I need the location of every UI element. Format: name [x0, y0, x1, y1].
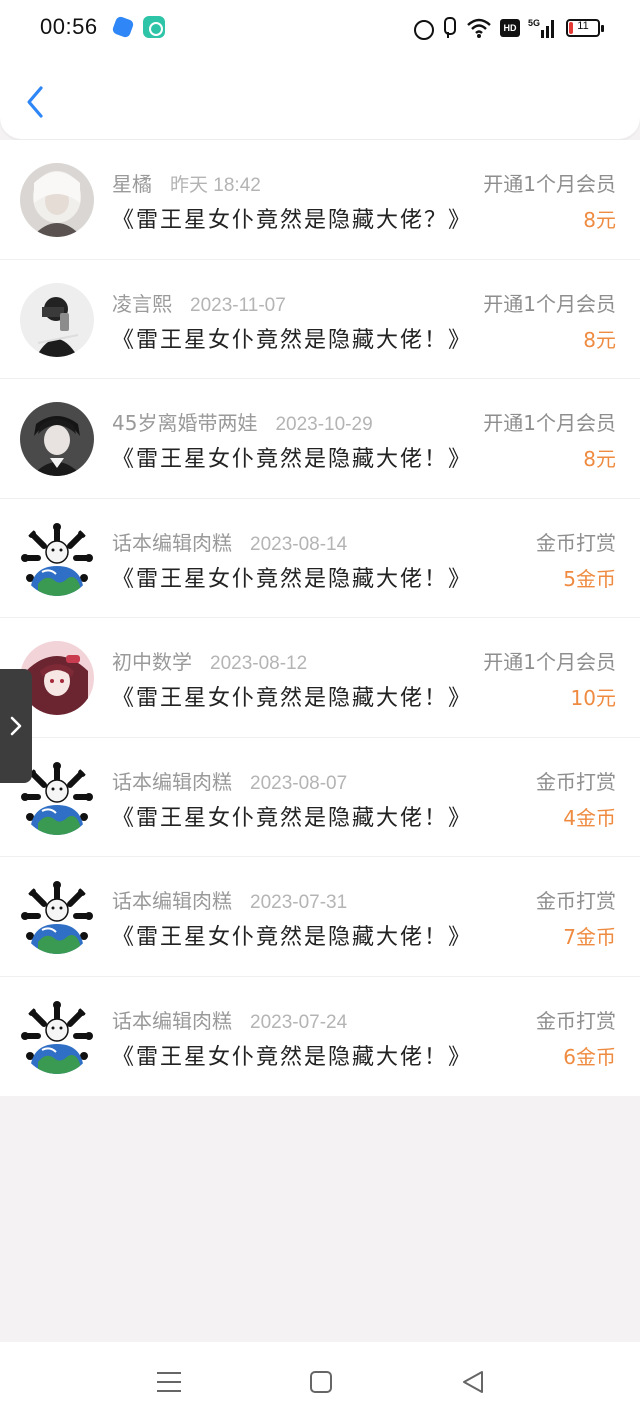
reward-date: 2023-10-29 — [275, 414, 373, 435]
book-title: 《雷王星女仆竟然是隐藏大佬！》 — [112, 805, 473, 831]
user-name: 话本编辑肉糕 — [112, 530, 232, 555]
book-title: 《雷王星女仆竟然是隐藏大佬！》 — [112, 566, 473, 592]
mic-icon — [440, 16, 456, 40]
header — [0, 58, 640, 140]
reward-action: 开通1个月会员 — [483, 411, 616, 435]
chevron-left-icon — [27, 86, 43, 118]
reward-meta: 话本编辑肉糕 2023-08-14 — [112, 527, 347, 556]
back-triangle-icon — [463, 1371, 483, 1393]
side-expand-tab[interactable] — [0, 669, 32, 783]
user-name: 话本编辑肉糕 — [112, 769, 232, 794]
reward-action: 金币打赏 — [536, 769, 616, 794]
list-item[interactable]: 初中数学 2023-08-12 《雷王星女仆竟然是隐藏大佬！》 开通1个月会员 1… — [0, 618, 640, 738]
book-title: 《雷王星女仆竟然是隐藏大佬！》 — [112, 925, 473, 950]
alarm-icon — [412, 16, 434, 40]
avatar[interactable] — [20, 999, 94, 1074]
user-name: 话本编辑肉糕 — [112, 1008, 232, 1033]
battery-text: 11 — [577, 20, 589, 32]
reward-date: 2023-11-07 — [190, 294, 286, 316]
battery-icon: 11 — [566, 19, 604, 37]
avatar[interactable] — [20, 402, 94, 476]
reward-amount: 6金币 — [563, 1044, 616, 1069]
reward-meta: 话本编辑肉糕 2023-08-07 — [112, 766, 347, 795]
reward-action: 金币打赏 — [536, 889, 616, 913]
reward-action: 金币打赏 — [536, 1008, 616, 1033]
list-item[interactable]: 凌言熙 2023-11-07 《雷王星女仆竟然是隐藏大佬！》 开通1个月会员 8元 — [0, 260, 640, 379]
book-title: 《雷王星女仆竟然是隐藏大佬？》 — [112, 208, 473, 233]
avatar[interactable] — [20, 163, 94, 237]
status-bar: 00:56 HD 5G 11 — [0, 0, 640, 58]
reward-action: 金币打赏 — [536, 530, 616, 555]
app-notification-icon — [111, 15, 135, 39]
list-item[interactable]: 话本编辑肉糕 2023-08-14 《雷王星女仆竟然是隐藏大佬！》 金币打赏 5金… — [0, 499, 640, 618]
reward-amount: 8元 — [583, 327, 616, 352]
reward-date: 2023-08-12 — [210, 653, 308, 674]
avatar[interactable] — [20, 282, 94, 357]
reward-list: 星橘 昨天 18:42 《雷王星女仆竟然是隐藏大佬？》 开通1个月会员 8元 凌言… — [0, 140, 640, 1096]
reward-action: 开通1个月会员 — [483, 172, 616, 196]
list-item[interactable]: 话本编辑肉糕 2023-08-07 《雷王星女仆竟然是隐藏大佬！》 金币打赏 4金… — [0, 738, 640, 857]
avatar[interactable] — [20, 521, 94, 596]
list-item[interactable]: 星橘 昨天 18:42 《雷王星女仆竟然是隐藏大佬？》 开通1个月会员 8元 — [0, 140, 640, 260]
list-item[interactable]: 话本编辑肉糕 2023-07-31 《雷王星女仆竟然是隐藏大佬！》 金币打赏 7金… — [0, 857, 640, 977]
menu-icon — [157, 1372, 181, 1392]
reward-amount: 7金币 — [563, 925, 616, 949]
chat-notification-icon — [143, 16, 165, 38]
list-item[interactable]: 45岁离婚带两娃 2023-10-29 《雷王星女仆竟然是隐藏大佬！》 开通1个月… — [0, 379, 640, 499]
book-title: 《雷王星女仆竟然是隐藏大佬！》 — [112, 686, 473, 711]
reward-amount: 4金币 — [563, 805, 616, 830]
reward-action: 开通1个月会员 — [483, 650, 616, 674]
user-name: 话本编辑肉糕 — [112, 889, 232, 913]
user-name: 初中数学 — [112, 650, 192, 674]
reward-meta: 凌言熙 2023-11-07 — [112, 288, 286, 317]
reward-meta: 45岁离婚带两娃 2023-10-29 — [112, 407, 373, 436]
avatar[interactable] — [20, 880, 94, 954]
book-title: 《雷王星女仆竟然是隐藏大佬！》 — [112, 327, 473, 353]
list-item[interactable]: 话本编辑肉糕 2023-07-24 《雷王星女仆竟然是隐藏大佬！》 金币打赏 6金… — [0, 977, 640, 1097]
reward-date: 2023-07-24 — [250, 1011, 348, 1033]
home-square-icon — [310, 1371, 332, 1393]
system-back-button[interactable] — [458, 1368, 488, 1396]
battery-cap — [601, 25, 604, 32]
reward-meta: 星橘 昨天 18:42 — [112, 168, 261, 197]
book-title: 《雷王星女仆竟然是隐藏大佬！》 — [112, 1044, 473, 1070]
reward-action: 开通1个月会员 — [483, 291, 616, 316]
reward-amount: 5金币 — [563, 566, 616, 591]
chevron-right-icon — [10, 716, 22, 736]
home-button[interactable] — [306, 1368, 336, 1396]
reward-date: 2023-08-07 — [250, 772, 348, 794]
signal-icon: 5G — [528, 16, 556, 40]
reward-amount: 10元 — [570, 686, 616, 710]
back-button[interactable] — [20, 82, 50, 122]
reward-amount: 8元 — [583, 208, 616, 232]
reward-date: 2023-08-14 — [250, 533, 348, 555]
reward-meta: 初中数学 2023-08-12 — [112, 646, 307, 675]
user-name: 凌言熙 — [112, 291, 172, 316]
reward-date: 2023-07-31 — [250, 892, 348, 913]
book-title: 《雷王星女仆竟然是隐藏大佬！》 — [112, 447, 473, 472]
wifi-icon — [466, 16, 492, 40]
reward-meta: 话本编辑肉糕 2023-07-24 — [112, 1005, 347, 1034]
svg-text:5G: 5G — [528, 18, 540, 28]
user-name: 星橘 — [112, 172, 152, 196]
menu-button[interactable] — [154, 1368, 184, 1396]
status-time: 00:56 — [40, 14, 98, 39]
reward-date: 昨天 18:42 — [170, 175, 261, 196]
reward-amount: 8元 — [583, 447, 616, 471]
reward-meta: 话本编辑肉糕 2023-07-31 — [112, 885, 347, 914]
system-nav-bar — [0, 1342, 640, 1422]
user-name: 45岁离婚带两娃 — [112, 411, 258, 435]
hd-icon: HD — [500, 19, 520, 37]
